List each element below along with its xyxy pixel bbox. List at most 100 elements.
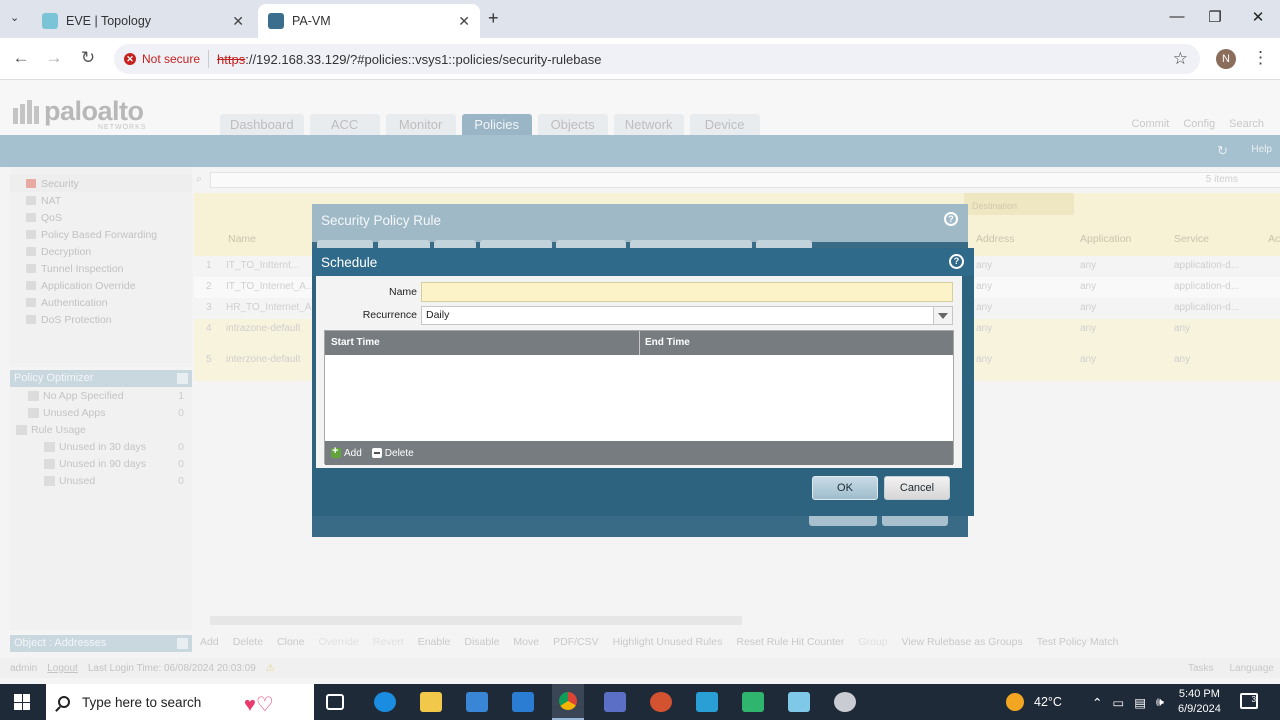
nav-application-override[interactable]: Application Override xyxy=(10,277,192,294)
taskbar-search[interactable]: Type here to search ♥♡ xyxy=(46,684,314,720)
minimize-icon[interactable]: — xyxy=(1162,8,1192,25)
tab-monitor[interactable]: Monitor xyxy=(385,114,456,135)
dialog-tab[interactable] xyxy=(756,240,812,248)
collapse-icon[interactable] xyxy=(177,373,188,384)
override-button[interactable]: Override xyxy=(318,636,358,648)
tab-search-icon[interactable]: ⌄ xyxy=(10,11,19,24)
dialog-tab[interactable] xyxy=(556,240,626,248)
dialog-tab[interactable] xyxy=(317,240,373,248)
disable-button[interactable]: Disable xyxy=(464,636,499,648)
windows-start-icon[interactable] xyxy=(14,694,30,710)
nav-pbf[interactable]: Policy Based Forwarding xyxy=(10,226,192,243)
tab-objects[interactable]: Objects xyxy=(537,114,608,135)
tab-policies[interactable]: Policies xyxy=(461,114,532,135)
nav-nat[interactable]: NAT xyxy=(10,192,192,209)
test-policy-match-button[interactable]: Test Policy Match xyxy=(1037,636,1119,648)
move-button[interactable]: Move xyxy=(513,636,539,648)
store-icon[interactable] xyxy=(466,692,488,712)
search-button[interactable]: Search xyxy=(1229,118,1264,130)
opt-no-app[interactable]: No App Specified 1 xyxy=(10,387,192,404)
pdf-csv-button[interactable]: PDF/CSV xyxy=(553,636,599,648)
tree-toggle-icon[interactable] xyxy=(16,424,27,435)
nav-dos-protection[interactable]: DoS Protection xyxy=(10,311,192,328)
back-icon[interactable]: ← xyxy=(10,48,32,68)
tab-dashboard[interactable]: Dashboard xyxy=(220,114,304,135)
warning-icon[interactable]: ⚠ xyxy=(266,663,275,674)
profile-avatar[interactable]: N xyxy=(1216,49,1236,69)
notifications-icon[interactable]: 3 xyxy=(1240,693,1258,709)
weather-icon[interactable] xyxy=(1006,693,1024,711)
snip-app-icon[interactable] xyxy=(834,692,856,712)
edge-icon[interactable] xyxy=(374,692,396,712)
help-button[interactable]: Help xyxy=(1251,144,1272,155)
chevron-up-icon[interactable]: ⌃ xyxy=(1092,695,1102,710)
object-addresses-bar[interactable]: Object : Addresses xyxy=(10,635,192,652)
view-as-groups-checkbox[interactable]: View Rulebase as Groups xyxy=(902,636,1023,648)
dialog-tab[interactable] xyxy=(378,240,430,248)
chrome-taskbar-button[interactable] xyxy=(552,684,584,720)
tab-device[interactable]: Device xyxy=(689,114,760,135)
chevron-down-icon[interactable] xyxy=(933,307,952,324)
opt-unused[interactable]: Unused 0 xyxy=(10,472,192,489)
tab-eve-topology[interactable]: EVE | Topology ✕ xyxy=(32,4,254,38)
dialog-tab[interactable] xyxy=(434,240,476,248)
opt-unused-30[interactable]: Unused in 30 days 0 xyxy=(10,438,192,455)
col-application[interactable]: Application xyxy=(1080,233,1131,245)
close-icon[interactable]: ✕ xyxy=(458,13,470,30)
col-action[interactable]: Ac xyxy=(1268,233,1280,245)
powerpoint-icon[interactable] xyxy=(650,692,672,712)
tab-network[interactable]: Network xyxy=(613,114,684,135)
close-icon[interactable]: ✕ xyxy=(232,13,244,30)
commit-button[interactable]: Commit xyxy=(1131,118,1169,130)
vmware-icon[interactable] xyxy=(696,692,718,712)
weather-temp[interactable]: 42°C xyxy=(1034,695,1062,709)
revert-button[interactable]: Revert xyxy=(373,636,404,648)
dialog-tab[interactable] xyxy=(480,240,552,248)
refresh-icon[interactable]: ↻ xyxy=(1217,143,1228,159)
dialog-tab[interactable] xyxy=(630,240,752,248)
nav-decryption[interactable]: Decryption xyxy=(10,243,192,260)
col-name[interactable]: Name xyxy=(228,233,256,245)
reload-icon[interactable]: ↻ xyxy=(77,48,99,68)
network-app-icon[interactable] xyxy=(604,692,626,712)
clone-rule-button[interactable]: Clone xyxy=(277,636,304,648)
tab-pa-vm[interactable]: PA-VM ✕ xyxy=(258,4,480,38)
taskbar-clock[interactable]: 5:40 PM 6/9/2024 xyxy=(1178,687,1221,717)
horizontal-scrollbar[interactable] xyxy=(210,616,742,625)
help-icon[interactable]: ? xyxy=(944,212,958,226)
delete-time-button[interactable]: Delete xyxy=(371,448,414,459)
name-field[interactable] xyxy=(421,282,953,302)
nav-tunnel-inspection[interactable]: Tunnel Inspection xyxy=(10,260,192,277)
eye-app-icon[interactable] xyxy=(742,692,764,712)
help-icon[interactable]: ? xyxy=(949,254,964,269)
opt-unused-90[interactable]: Unused in 90 days 0 xyxy=(10,455,192,472)
volume-icon[interactable]: 🕪 xyxy=(1156,695,1164,710)
policy-optimizer-header[interactable]: Policy Optimizer xyxy=(10,370,192,387)
not-secure-chip[interactable]: ✕ Not secure xyxy=(124,50,210,68)
network-icon[interactable]: ▤ xyxy=(1134,695,1146,710)
language-button[interactable]: Language xyxy=(1230,663,1275,674)
forward-icon[interactable]: → xyxy=(43,48,65,68)
meet-now-icon[interactable]: ▭ xyxy=(1112,695,1124,710)
cancel-button[interactable]: Cancel xyxy=(884,476,950,500)
tab-acc[interactable]: ACC xyxy=(309,114,380,135)
highlight-unused-rules-checkbox[interactable]: Highlight Unused Rules xyxy=(613,636,723,648)
expand-icon[interactable] xyxy=(177,638,188,649)
window-close-icon[interactable]: ✕ xyxy=(1243,8,1273,26)
restore-icon[interactable]: ❐ xyxy=(1200,8,1230,26)
col-address[interactable]: Address xyxy=(976,233,1015,245)
ok-button[interactable]: OK xyxy=(812,476,878,500)
task-view-icon[interactable] xyxy=(326,694,344,710)
bookmark-star-icon[interactable]: ☆ xyxy=(1173,49,1188,69)
tasks-button[interactable]: Tasks xyxy=(1188,663,1214,674)
col-start-time[interactable]: Start Time xyxy=(331,337,380,348)
nav-authentication[interactable]: Authentication xyxy=(10,294,192,311)
menu-icon[interactable]: ⋮ xyxy=(1252,48,1269,68)
opt-unused-apps[interactable]: Unused Apps 0 xyxy=(10,404,192,421)
nav-security[interactable]: Security xyxy=(10,175,192,192)
config-button[interactable]: Config xyxy=(1183,118,1215,130)
nav-qos[interactable]: QoS xyxy=(10,209,192,226)
notes-app-icon[interactable] xyxy=(788,692,810,712)
address-bar[interactable]: ✕ Not secure https ://192.168.33.129/?#p… xyxy=(114,44,1200,74)
logout-link[interactable]: Logout xyxy=(47,663,78,674)
